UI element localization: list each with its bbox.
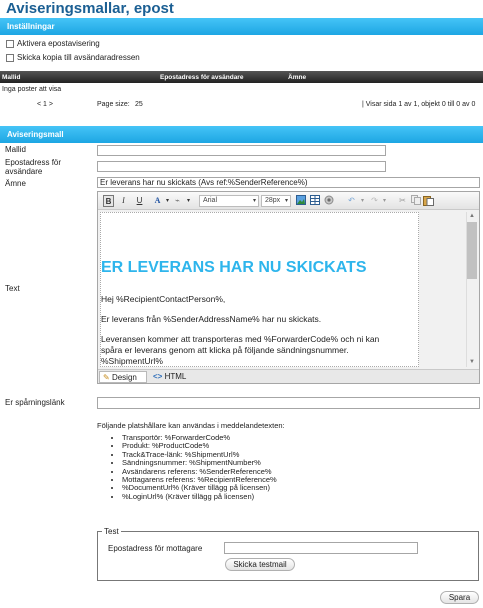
design-mode-tab[interactable]: ✎ Design bbox=[99, 371, 147, 383]
tracking-label: Er spårningslänk bbox=[5, 398, 65, 407]
test-recipient-input[interactable] bbox=[224, 542, 418, 554]
enable-email-row[interactable]: Aktivera epostavisering bbox=[6, 39, 100, 48]
page-size-label: Page size: bbox=[97, 101, 130, 108]
paste-icon[interactable] bbox=[423, 195, 434, 207]
sender-label-line1: Epostadress för bbox=[5, 158, 62, 167]
design-mode-label: Design bbox=[111, 373, 137, 382]
tracking-link-input[interactable] bbox=[97, 397, 480, 409]
editor-toolbar: B I U A ▾ ⌁ ▾ Arial ▾ 28px ▾ ↶ ▾ ↷ ▾ ✂ bbox=[98, 192, 479, 210]
page-size-value[interactable]: 25 bbox=[135, 101, 143, 108]
list-item: %LoginUrl% (Kräver tillägg på licensen) bbox=[122, 492, 277, 501]
save-button[interactable]: Spara bbox=[440, 591, 479, 604]
subject-input[interactable]: Er leverans har nu skickats (Avs ref:%Se… bbox=[97, 177, 480, 188]
test-recipient-label: Epostadress för mottagare bbox=[108, 544, 203, 553]
editor-mode-bar: ✎ Design <> HTML bbox=[98, 369, 479, 383]
chevron-down-icon: ▾ bbox=[284, 198, 288, 204]
placeholder-list: Transportör: %ForwarderCode% Produkt: %P… bbox=[108, 433, 277, 501]
sender-label-line2: avsändare bbox=[5, 167, 43, 176]
editor-paragraph-1: Er leverans från %SenderAddressName% har… bbox=[101, 314, 322, 324]
insert-image-icon[interactable] bbox=[295, 195, 306, 207]
test-fieldset: Test bbox=[97, 527, 479, 581]
highlight-dropdown-icon[interactable]: ▾ bbox=[183, 195, 194, 207]
mallid-input[interactable] bbox=[97, 145, 386, 156]
undo-icon[interactable]: ↶ bbox=[346, 195, 357, 207]
italic-button[interactable]: I bbox=[118, 195, 129, 207]
editor-greeting: Hej %RecipientContactPerson%, bbox=[101, 294, 226, 304]
grid-header: Mallid Epostadress för avsändare Ämne bbox=[0, 71, 483, 83]
highlight-icon[interactable]: ⌁ bbox=[172, 195, 183, 207]
grid-empty-text: Inga poster att visa bbox=[2, 86, 62, 93]
column-header-mallid[interactable]: Mallid bbox=[2, 74, 20, 81]
font-size-value: 28px bbox=[265, 197, 281, 204]
copy-sender-checkbox[interactable] bbox=[6, 53, 14, 62]
copy-icon[interactable] bbox=[410, 195, 421, 207]
editor-heading: ER LEVERANS HAR NU SKICKATS bbox=[101, 259, 367, 276]
font-name-select[interactable]: Arial ▾ bbox=[199, 195, 259, 207]
insert-link-icon[interactable] bbox=[323, 195, 334, 207]
scroll-down-icon[interactable]: ▼ bbox=[469, 359, 475, 365]
pencil-icon: ✎ bbox=[103, 373, 110, 382]
enable-email-checkbox[interactable] bbox=[6, 39, 14, 48]
html-mode-tab[interactable]: <> HTML bbox=[150, 371, 189, 383]
copy-sender-label: Skicka kopia till avsändaradressen bbox=[17, 53, 140, 62]
template-section-header: Aviseringsmall bbox=[0, 126, 483, 143]
placeholders-intro: Följande platshållare kan användas i med… bbox=[97, 421, 285, 430]
send-test-button[interactable]: Skicka testmail bbox=[225, 558, 295, 571]
column-header-sender[interactable]: Epostadress för avsändare bbox=[160, 74, 243, 81]
sender-email-input[interactable] bbox=[97, 161, 386, 172]
font-size-select[interactable]: 28px ▾ bbox=[261, 195, 291, 207]
pager-nav[interactable]: < 1 > bbox=[37, 101, 53, 108]
editor-paragraph-2-line-1: Leveransen kommer att transporteras med … bbox=[101, 334, 380, 344]
settings-section-header: Inställningar bbox=[0, 18, 483, 35]
editor-scrollbar-thumb[interactable] bbox=[467, 222, 477, 279]
editor-paragraph-2-line-3: %ShipmentUrl% bbox=[101, 356, 163, 366]
subject-label: Ämne bbox=[5, 179, 26, 188]
column-header-subject[interactable]: Ämne bbox=[288, 74, 306, 81]
editor-paragraph-2-line-2: spåra er leverans genom att klicka på fö… bbox=[101, 345, 349, 355]
test-legend: Test bbox=[104, 527, 119, 536]
page-title: Aviseringsmallar, epost bbox=[6, 0, 174, 17]
pager-summary: | Visar sida 1 av 1, objekt 0 till 0 av … bbox=[362, 101, 476, 108]
copy-sender-row[interactable]: Skicka kopia till avsändaradressen bbox=[6, 53, 140, 62]
underline-button[interactable]: U bbox=[134, 195, 145, 207]
code-icon: <> bbox=[153, 372, 163, 381]
mallid-label: Mallid bbox=[5, 145, 26, 154]
html-mode-label: HTML bbox=[164, 372, 187, 381]
undo-dropdown-icon[interactable]: ▾ bbox=[357, 195, 368, 207]
bold-button[interactable]: B bbox=[103, 195, 114, 207]
text-label: Text bbox=[5, 284, 20, 293]
redo-dropdown-icon[interactable]: ▾ bbox=[379, 195, 390, 207]
scroll-up-icon[interactable]: ▲ bbox=[469, 213, 475, 219]
insert-table-icon[interactable] bbox=[309, 195, 320, 207]
chevron-down-icon: ▾ bbox=[252, 198, 256, 204]
enable-email-label: Aktivera epostavisering bbox=[17, 39, 100, 48]
cut-icon[interactable]: ✂ bbox=[397, 195, 408, 207]
font-name-value: Arial bbox=[203, 197, 218, 204]
